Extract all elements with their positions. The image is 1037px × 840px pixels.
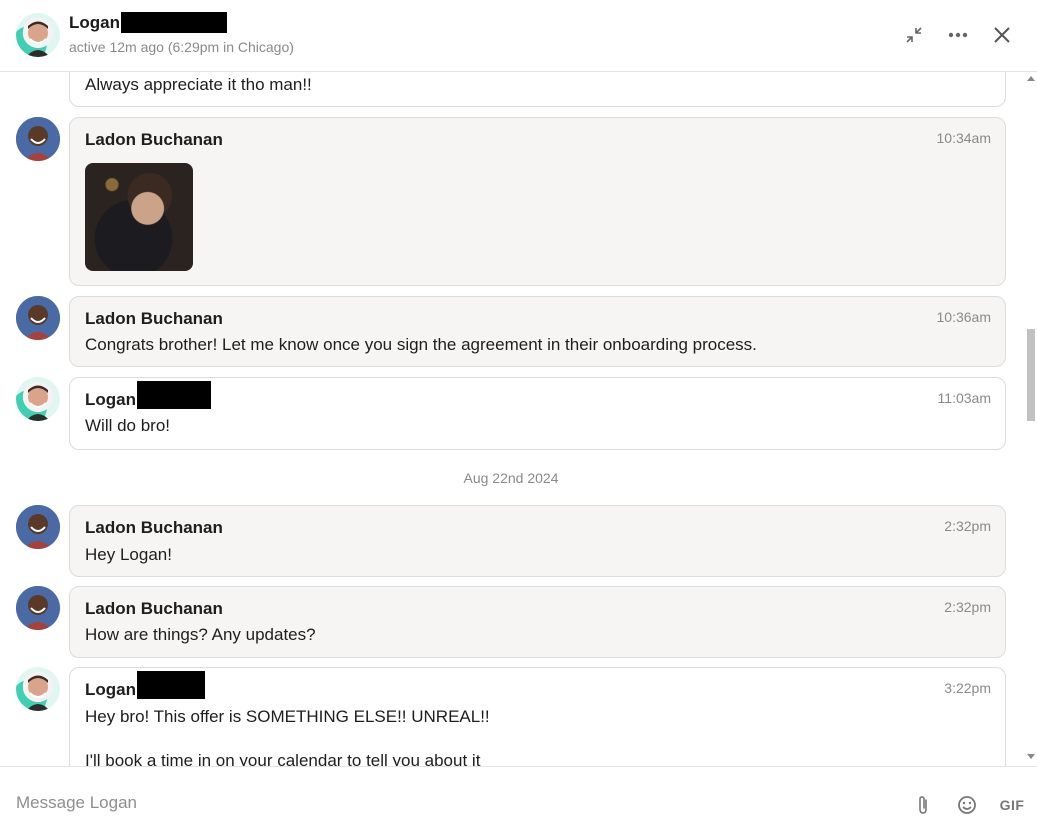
message-composer: GIF (0, 766, 1037, 840)
gif-button[interactable]: GIF (997, 794, 1027, 816)
message-text: Congrats brother! Let me know once you s… (85, 335, 757, 354)
redaction-box (137, 671, 205, 699)
scroll-thumb[interactable] (1027, 329, 1035, 421)
sender-name: Ladon Buchanan (85, 309, 223, 328)
message-text: How are things? Any updates? (85, 625, 316, 644)
scrollbar[interactable] (1025, 72, 1037, 766)
message-text: Hey bro! This offer is SOMETHING ELSE!! … (85, 707, 490, 766)
sender-avatar[interactable] (16, 667, 60, 711)
sender-name: Ladon Buchanan (85, 130, 223, 149)
sender-name-text: Logan (85, 680, 136, 699)
sender-name: Ladon Buchanan (85, 518, 223, 537)
chat-header: Logan active 12m ago (6:29pm in Chicago) (0, 0, 1037, 72)
sender-name: Logan (85, 381, 211, 410)
message-bubble: Logan 11:03am Will do bro! (69, 377, 1006, 450)
message-time: 2:32pm (944, 599, 991, 615)
emoji-icon[interactable] (956, 794, 978, 816)
redaction-box (121, 12, 227, 33)
scroll-up-arrow-icon[interactable] (1027, 76, 1035, 81)
sender-avatar[interactable] (16, 586, 60, 630)
message-time: 2:32pm (944, 518, 991, 534)
contact-avatar[interactable] (16, 13, 60, 57)
contact-name-text: Logan (69, 12, 120, 32)
message-bubble: Ladon Buchanan 10:34am (69, 117, 1006, 286)
message-bubble: Logan 3:22pm Hey bro! This offer is SOME… (69, 667, 1006, 766)
message-bubble: Always appreciate it tho man!! (69, 72, 1006, 107)
scroll-down-arrow-icon[interactable] (1027, 754, 1035, 759)
message-time: 10:34am (936, 130, 991, 146)
message-time: 11:03am (937, 390, 991, 406)
attachment-icon[interactable] (913, 794, 933, 816)
close-icon[interactable] (989, 22, 1015, 48)
message-text: Always appreciate it tho man!! (85, 75, 312, 94)
sender-avatar[interactable] (16, 505, 60, 549)
sender-avatar[interactable] (16, 117, 60, 161)
message-text: Will do bro! (85, 416, 171, 435)
message-bubble: Ladon Buchanan 10:36am Congrats brother!… (69, 296, 1006, 367)
message-text: Hey Logan! (85, 545, 172, 564)
contact-status: active 12m ago (6:29pm in Chicago) (69, 39, 294, 55)
message-bubble: Ladon Buchanan 2:32pm Hey Logan! (69, 505, 1006, 577)
minimize-icon[interactable] (901, 22, 927, 48)
sender-name-text: Logan (85, 390, 136, 409)
message-list[interactable]: Always appreciate it tho man!! Ladon Buc… (0, 72, 1037, 766)
message-bubble: Ladon Buchanan 2:32pm How are things? An… (69, 586, 1006, 658)
redaction-box (137, 381, 211, 409)
sender-avatar[interactable] (16, 296, 60, 340)
more-icon[interactable] (945, 22, 971, 48)
message-time: 10:36am (936, 309, 991, 325)
date-separator: Aug 22nd 2024 (463, 470, 559, 486)
message-time: 3:22pm (944, 680, 991, 696)
contact-name: Logan (69, 12, 227, 33)
sender-name: Ladon Buchanan (85, 599, 223, 618)
sender-name: Logan (85, 671, 205, 700)
sender-avatar[interactable] (16, 377, 60, 421)
message-input[interactable] (16, 793, 876, 813)
shared-image[interactable] (85, 163, 193, 271)
